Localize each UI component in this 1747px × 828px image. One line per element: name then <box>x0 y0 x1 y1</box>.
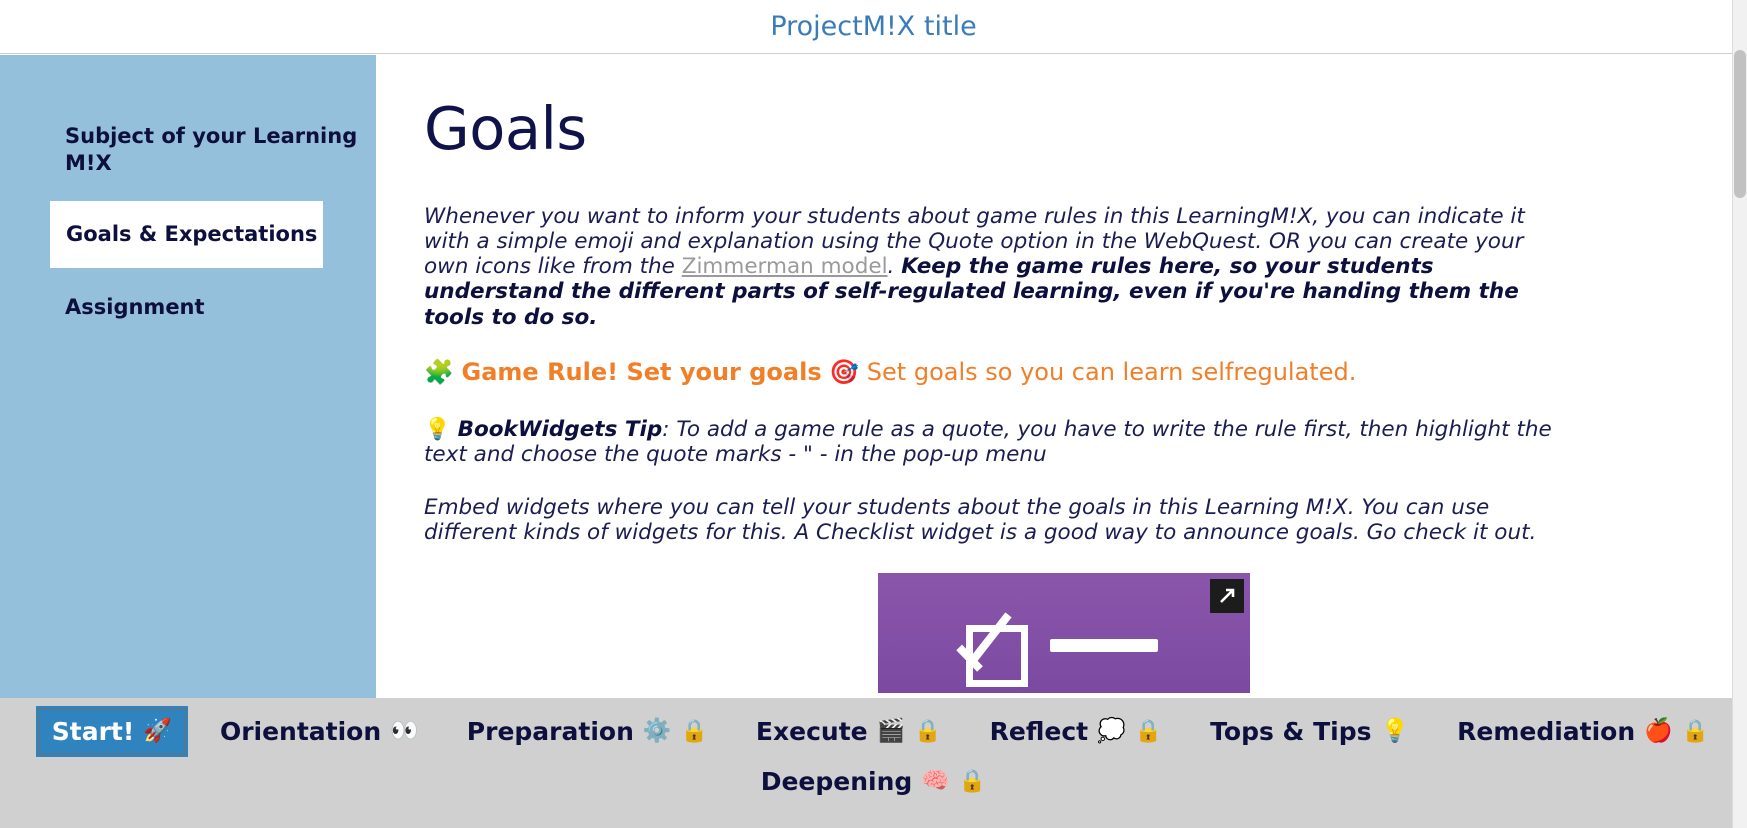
main-content: Goals Whenever you want to inform your s… <box>376 55 1747 698</box>
nav-item-tops-tips[interactable]: Tops & Tips 💡 <box>1186 713 1433 750</box>
nav-label-deepening: Deepening <box>760 767 913 796</box>
nav-label-preparation: Preparation <box>466 717 634 746</box>
nav-label-start: Start! <box>51 717 135 746</box>
intro-paragraph: Whenever you want to inform your student… <box>424 204 1552 330</box>
sidebar-item-subject[interactable]: Subject of your Learning M!X <box>0 117 376 183</box>
clapperboard-icon: 🎬 <box>876 718 906 744</box>
body-region: Subject of your Learning M!X Goals & Exp… <box>0 55 1747 698</box>
apple-icon: 🍎 <box>1644 718 1673 744</box>
rocket-icon: 🚀 <box>143 718 172 744</box>
vertical-scrollbar-thumb[interactable] <box>1734 50 1746 198</box>
vertical-scrollbar-track[interactable] <box>1732 0 1747 828</box>
target-icon: 🎯 <box>829 357 860 386</box>
sidebar-item-goals-expectations[interactable]: Goals & Expectations <box>50 200 323 268</box>
nav-item-orientation[interactable]: Orientation 👀 <box>196 713 443 750</box>
lightbulb-icon-nav: 💡 <box>1380 718 1410 744</box>
nav-label-reflect: Reflect <box>989 717 1089 746</box>
widget-line-graphic <box>1049 639 1158 653</box>
nav-label-remediation: Remediation <box>1457 717 1636 746</box>
game-rule-title: Game Rule! Set your goals <box>461 357 822 386</box>
page-title-header: ProjectM!X title <box>770 11 977 42</box>
lock-icon-remediation: 🔒 <box>1681 718 1710 744</box>
window-titlebar: ProjectM!X title <box>0 0 1747 54</box>
bottom-nav-row-2: Deepening 🧠 🔒 <box>0 763 1747 800</box>
lock-icon-preparation: 🔒 <box>680 718 708 744</box>
lock-icon-reflect: 🔒 <box>1134 718 1163 744</box>
tip-title: BookWidgets Tip <box>457 416 663 442</box>
nav-item-reflect[interactable]: Reflect 💭 🔒 <box>966 713 1187 750</box>
bookwidgets-tip: 💡 BookWidgets Tip: To add a game rule as… <box>424 417 1552 467</box>
lock-icon-deepening: 🔒 <box>958 768 987 794</box>
nav-item-remediation[interactable]: Remediation 🍎 🔒 <box>1433 713 1733 750</box>
nav-item-deepening[interactable]: Deepening 🧠 🔒 <box>737 763 1011 800</box>
nav-label-tops-tips: Tops & Tips <box>1210 717 1372 746</box>
lightbulb-icon: 💡 <box>424 416 451 442</box>
eyes-icon: 👀 <box>390 718 419 744</box>
nav-item-start[interactable]: Start! 🚀 <box>35 706 188 757</box>
puzzle-piece-icon: 🧩 <box>424 357 454 386</box>
bottom-nav-row-1: Start! 🚀 Orientation 👀 Preparation ⚙️ 🔒 … <box>0 706 1747 757</box>
embed-widgets-paragraph: Embed widgets where you can tell your st… <box>424 494 1537 545</box>
game-rule-line: 🧩 Game Rule! Set your goals 🎯 Set goals … <box>424 358 1703 387</box>
gear-icon: ⚙️ <box>642 718 672 744</box>
zimmerman-model-link[interactable]: Zimmerman model <box>682 254 888 279</box>
bottom-navigation: Start! 🚀 Orientation 👀 Preparation ⚙️ 🔒 … <box>0 698 1747 828</box>
nav-label-execute: Execute <box>755 717 868 746</box>
brain-icon: 🧠 <box>921 768 950 794</box>
lock-icon-execute: 🔒 <box>914 718 942 744</box>
intro-text-part2: . <box>887 254 902 280</box>
thought-balloon-icon: 💭 <box>1097 718 1126 744</box>
sidebar: Subject of your Learning M!X Goals & Exp… <box>0 55 376 698</box>
content-heading: Goals <box>424 94 587 163</box>
app-root: ProjectM!X title Subject of your Learnin… <box>0 0 1747 828</box>
sidebar-item-assignment[interactable]: Assignment <box>0 284 376 327</box>
checklist-widget-card[interactable] <box>877 573 1250 694</box>
expand-icon[interactable] <box>1209 579 1244 614</box>
widget-preview-wrapper <box>424 573 1703 694</box>
game-rule-description: Set goals so you can learn selfregulated… <box>866 357 1357 386</box>
nav-item-execute[interactable]: Execute 🎬 🔒 <box>732 713 966 750</box>
nav-label-orientation: Orientation <box>219 717 382 746</box>
nav-item-preparation[interactable]: Preparation ⚙️ 🔒 <box>443 713 732 750</box>
